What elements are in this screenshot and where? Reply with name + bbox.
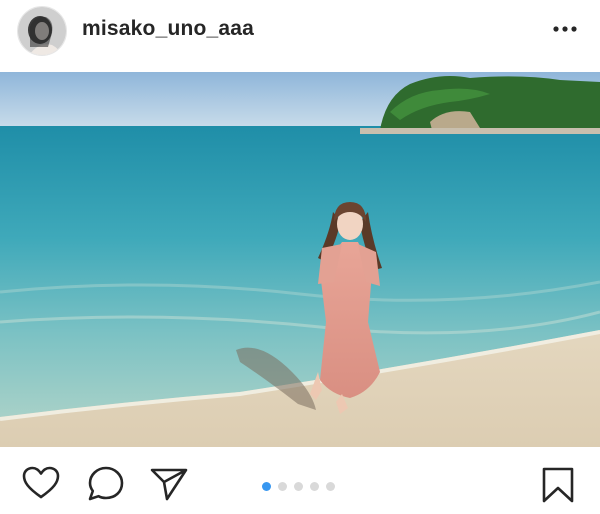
- bookmark-icon[interactable]: [541, 466, 575, 509]
- post-photo[interactable]: [0, 72, 600, 447]
- ellipsis-icon[interactable]: [550, 20, 580, 38]
- carousel-dot: [278, 482, 287, 491]
- username[interactable]: misako_uno_aaa: [82, 17, 254, 41]
- post-header: misako_uno_aaa: [0, 0, 600, 72]
- carousel-dot: [326, 482, 335, 491]
- carousel-dot: [294, 482, 303, 491]
- carousel-dot: [262, 482, 271, 491]
- avatar-image: [18, 7, 66, 55]
- heart-icon[interactable]: [22, 466, 60, 505]
- carousel-indicator: [262, 482, 335, 492]
- beach-photo: [0, 72, 600, 447]
- speech-bubble-icon[interactable]: [87, 465, 125, 508]
- paper-plane-icon[interactable]: [150, 467, 188, 506]
- avatar[interactable]: [17, 6, 67, 56]
- carousel-dot: [310, 482, 319, 491]
